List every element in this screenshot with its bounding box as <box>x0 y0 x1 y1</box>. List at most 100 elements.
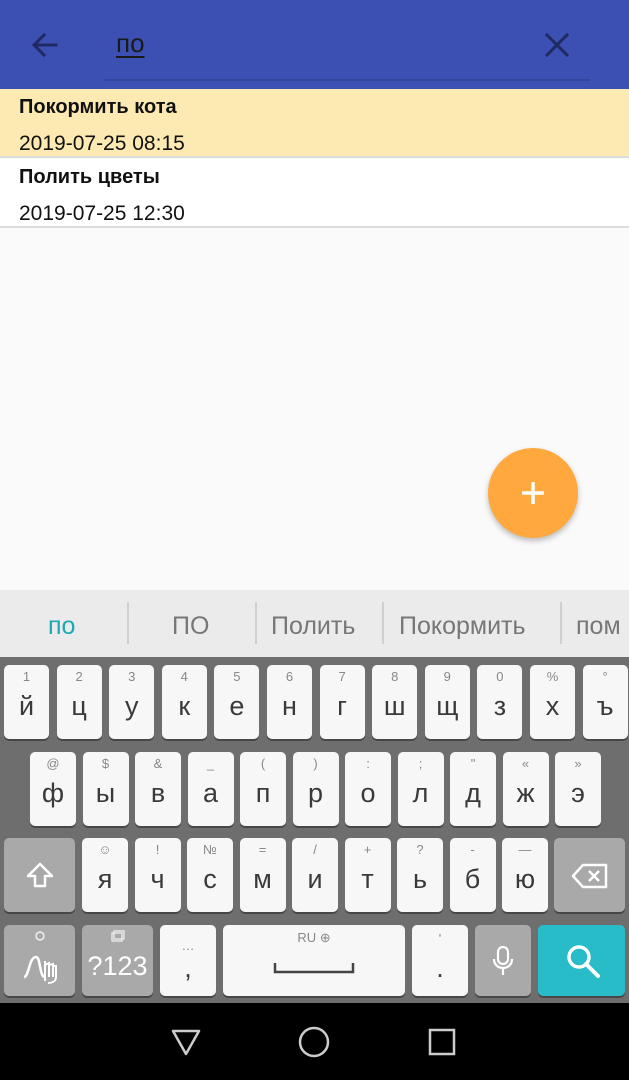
period-key[interactable]: ' . <box>412 925 468 996</box>
search-key[interactable] <box>538 925 625 996</box>
key-п[interactable]: (п <box>240 752 286 826</box>
key-э[interactable]: » э <box>555 752 601 826</box>
task-datetime: 2019-07-25 12:30 <box>19 202 185 225</box>
key-label: я <box>97 864 113 894</box>
key-я[interactable]: ☺ я <box>82 838 128 912</box>
key-н[interactable]: 6н <box>267 665 312 739</box>
suggestion-item[interactable]: Полить <box>271 612 355 641</box>
key-в[interactable]: & в <box>135 752 181 826</box>
shift-icon <box>26 862 54 888</box>
key-б[interactable]: -б <box>449 838 496 912</box>
key-hint: % <box>546 669 559 684</box>
key-у[interactable]: 3у <box>109 665 155 739</box>
key-л[interactable]: ; л <box>397 752 444 826</box>
key-т[interactable]: + т <box>344 838 391 912</box>
key-label: ч <box>150 864 165 894</box>
comma-key[interactable]: … , <box>160 925 216 996</box>
key-hint: 9 <box>443 669 451 684</box>
task-row[interactable]: Полить цветы 2019-07-25 12:30 <box>0 159 629 228</box>
key-label: щ <box>436 691 459 721</box>
key-з[interactable]: 0з <box>477 665 523 739</box>
key-ф[interactable]: @ ф <box>30 752 76 826</box>
nav-recents-icon[interactable] <box>427 1027 457 1057</box>
key-д[interactable]: " д <box>450 752 496 826</box>
task-row[interactable]: Покормить кота 2019-07-25 08:15 <box>0 89 629 158</box>
search-input[interactable]: по <box>116 28 145 59</box>
clear-search-button[interactable] <box>534 22 580 68</box>
key-hint: " <box>470 756 476 771</box>
key-hint: ; <box>418 756 423 771</box>
space-language-label: RU ⊕ <box>297 930 331 945</box>
key-ц[interactable]: 2ц <box>56 665 102 739</box>
voice-input-key[interactable] <box>475 925 531 996</box>
key-hint: ? <box>416 842 424 857</box>
key-label: б <box>464 864 481 894</box>
suggestion-item[interactable]: ПО <box>172 612 209 641</box>
close-icon <box>544 32 570 58</box>
key-label: э <box>571 778 585 808</box>
task-title: Покормить кота <box>19 96 177 118</box>
key-о[interactable]: :о <box>345 752 391 826</box>
nav-back-icon[interactable] <box>170 1026 202 1058</box>
key-label: у <box>124 691 139 721</box>
key-hint: ☺ <box>98 842 112 857</box>
key-с[interactable]: № с <box>187 838 233 912</box>
nav-home-icon[interactable] <box>297 1025 331 1059</box>
shift-key[interactable] <box>4 838 75 912</box>
back-button[interactable] <box>22 22 68 68</box>
suggestion-item[interactable]: по <box>48 612 75 641</box>
space-key[interactable]: RU ⊕ <box>223 925 405 996</box>
key-ъ[interactable]: ° ъ <box>582 665 628 739</box>
soft-keyboard: 1 й 2 ц 3 у 4 к 5 е 6 н 7 г 8 ш 9 щ 0 з% х ° ъ @ ф $ ы & в _ а(п) р: о;… <box>0 657 629 1003</box>
key-hint: » <box>574 756 582 771</box>
key-й[interactable]: 1й <box>4 665 49 739</box>
system-nav-bar <box>0 1003 629 1080</box>
key-label: з <box>493 691 507 721</box>
key-и[interactable]: / и <box>292 838 338 912</box>
swipe-gesture-key[interactable] <box>4 925 75 996</box>
key-ы[interactable]: $ ы <box>82 752 129 826</box>
key-label: й <box>18 691 35 721</box>
key-label: р <box>307 778 324 808</box>
key-ж[interactable]: «ж <box>502 752 549 826</box>
key-label: д <box>465 778 481 808</box>
add-task-button[interactable] <box>488 448 578 538</box>
key-hint: - <box>470 842 475 857</box>
swipe-hand-icon <box>23 955 57 984</box>
key-label: г <box>337 691 348 721</box>
key-label: и <box>307 864 323 894</box>
key-м[interactable]: = м <box>239 838 286 912</box>
key-ю[interactable]: — ю <box>502 838 548 912</box>
key-ь[interactable]: ? ь <box>397 838 443 912</box>
task-datetime: 2019-07-25 08:15 <box>19 132 185 155</box>
key-hint: _ <box>206 756 215 771</box>
suggestion-divider <box>560 602 562 644</box>
key-hint: 2 <box>75 669 83 684</box>
backspace-key[interactable] <box>554 838 625 912</box>
key-label: ь <box>412 864 428 894</box>
task-title: Полить цветы <box>19 166 160 188</box>
suggestion-divider <box>255 602 257 644</box>
key-к[interactable]: 4к <box>161 665 207 739</box>
key-hint: / <box>313 842 317 857</box>
suggestion-item[interactable]: Покормить <box>399 612 526 641</box>
key-label: в <box>150 778 166 808</box>
key-hint: — <box>518 842 532 857</box>
key-а[interactable]: _ а <box>187 752 234 826</box>
space-bar-icon <box>273 963 355 974</box>
key-е[interactable]: 5е <box>214 665 260 739</box>
key-hint: 3 <box>128 669 136 684</box>
key-х[interactable]: % х <box>530 665 575 739</box>
key-label: х <box>545 691 560 721</box>
key-hint: : <box>366 756 370 771</box>
key-hint: « <box>521 756 530 771</box>
key-щ[interactable]: 9щ <box>424 665 470 739</box>
suggestion-divider <box>127 602 129 644</box>
key-р[interactable]: ) р <box>292 752 339 826</box>
key-г[interactable]: 7г <box>319 665 365 739</box>
suggestion-item[interactable]: пом <box>576 612 621 641</box>
key-ш[interactable]: 8ш <box>372 665 418 739</box>
key-ч[interactable]: ! ч <box>134 838 181 912</box>
symbols-key[interactable]: ?123 <box>82 925 153 996</box>
suggestion-divider <box>382 602 384 644</box>
